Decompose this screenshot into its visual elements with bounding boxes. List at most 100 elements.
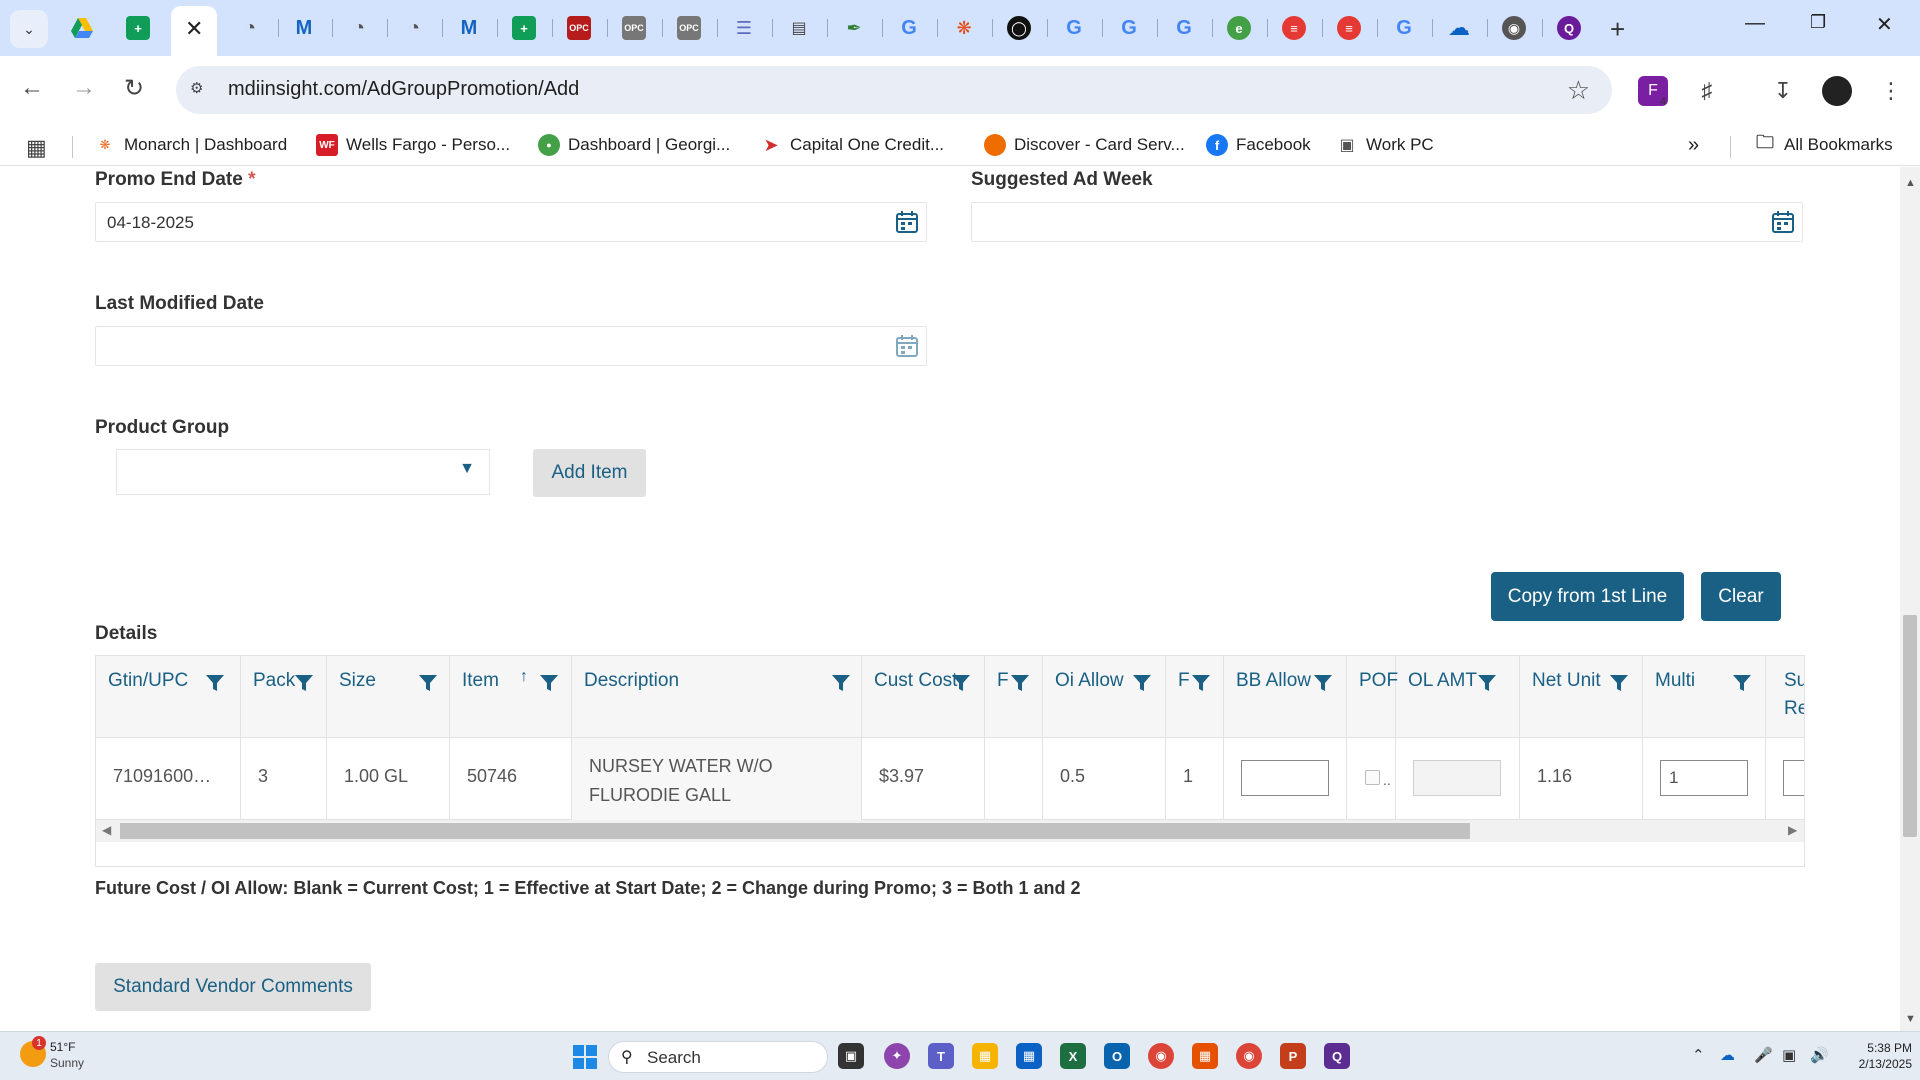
start-icon[interactable] — [573, 1045, 597, 1069]
menu-icon[interactable]: ⋮ — [1876, 76, 1906, 106]
scroll-up-icon[interactable]: ▲ — [1905, 177, 1916, 189]
google-icon[interactable]: G — [1117, 16, 1141, 40]
google-icon[interactable]: G — [1172, 16, 1196, 40]
store-icon[interactable]: ▦ — [1016, 1043, 1042, 1069]
sheets-icon[interactable]: + — [126, 16, 150, 40]
network-icon[interactable]: ▣ — [1782, 1046, 1796, 1064]
filter-icon[interactable] — [1733, 674, 1751, 692]
app-q-icon[interactable]: Q — [1324, 1043, 1350, 1069]
bookmark-wells-fargo[interactable]: WF Wells Fargo - Perso... — [316, 134, 510, 156]
url-text[interactable]: mdiinsight.com/AdGroupPromotion/Add — [228, 78, 579, 101]
window-close-icon[interactable]: ✕ — [1876, 12, 1893, 37]
forward-icon[interactable]: → — [72, 74, 96, 102]
column-su-re[interactable]: Su Re — [1766, 656, 1804, 738]
red-icon[interactable]: ≡ — [1282, 16, 1306, 40]
reload-icon[interactable]: ↻ — [124, 74, 144, 103]
scroll-down-icon[interactable]: ▼ — [1905, 1013, 1916, 1025]
mic-icon[interactable]: 🎤 — [1754, 1046, 1773, 1064]
weather-condition[interactable]: Sunny — [50, 1056, 84, 1070]
vertical-scrollbar[interactable]: ▲ ▼ — [1900, 167, 1920, 1031]
bookmark-monarch[interactable]: ❋ Monarch | Dashboard — [94, 134, 288, 156]
site-info-icon[interactable]: ⚙ — [190, 79, 212, 101]
scroll-left-icon[interactable]: ◀ — [102, 823, 111, 837]
bb-allow-input[interactable] — [1241, 760, 1329, 796]
pof-checkbox[interactable] — [1365, 770, 1380, 785]
tray-chevron-icon[interactable]: ⌃ — [1692, 1046, 1705, 1064]
back-icon[interactable]: ← — [20, 74, 44, 102]
file-explorer-icon[interactable]: ▦ — [972, 1043, 998, 1069]
standard-vendor-comments-button[interactable]: Standard Vendor Comments — [95, 963, 371, 1011]
chrome-active-icon[interactable]: ◉ — [1236, 1043, 1262, 1069]
filter-icon[interactable] — [1192, 674, 1210, 692]
close-icon[interactable]: ✕ — [185, 16, 203, 42]
filter-icon[interactable] — [832, 674, 850, 692]
filter-icon[interactable] — [1011, 674, 1029, 692]
edge-icon[interactable]: e — [1227, 16, 1251, 40]
filter-icon[interactable] — [1314, 674, 1332, 692]
red-icon[interactable]: ≡ — [1337, 16, 1361, 40]
column-size[interactable]: Size — [327, 656, 450, 738]
chrome-icon[interactable]: ◉ — [1502, 16, 1526, 40]
calendar-icon[interactable] — [1772, 210, 1794, 234]
scrollbar-thumb[interactable] — [120, 823, 1470, 839]
column-multi[interactable]: Multi — [1643, 656, 1766, 738]
column-bb-allow[interactable]: BB Allow — [1224, 656, 1347, 738]
filter-icon[interactable] — [540, 674, 558, 692]
taskbar-search[interactable]: ⚲ Search — [608, 1041, 828, 1073]
bookmark-work-pc[interactable]: ▣ Work PC — [1336, 134, 1433, 156]
sheets-icon[interactable]: + — [512, 16, 536, 40]
volume-icon[interactable]: 🔊 — [1810, 1046, 1829, 1064]
globe-icon[interactable]: ◔ — [238, 16, 262, 40]
outlook-icon[interactable]: O — [1104, 1043, 1130, 1069]
chrome-taskbar-icon[interactable]: ◉ — [1148, 1043, 1174, 1069]
minimize-icon[interactable]: — — [1745, 12, 1765, 35]
drive-icon[interactable] — [70, 16, 94, 40]
google-icon[interactable]: G — [1392, 16, 1416, 40]
column-pack[interactable]: Pack — [241, 656, 327, 738]
column-cust-cost[interactable]: Cust Cost — [862, 656, 985, 738]
add-item-button[interactable]: Add Item — [533, 449, 646, 497]
forms-icon[interactable]: ☰ — [732, 16, 756, 40]
active-tab[interactable]: ✕ — [171, 6, 217, 56]
powerpoint-icon[interactable]: P — [1280, 1043, 1306, 1069]
bookmark-georgia[interactable]: ● Dashboard | Georgi... — [538, 134, 730, 156]
weather-temp[interactable]: 51°F — [50, 1040, 75, 1054]
globe-icon[interactable]: ◔ — [347, 16, 371, 40]
app-icon[interactable]: ▦ — [1192, 1043, 1218, 1069]
onedrive-icon[interactable]: ☁ — [1720, 1046, 1735, 1064]
clear-button[interactable]: Clear — [1701, 572, 1781, 621]
cloud-icon[interactable]: ☁ — [1447, 15, 1471, 40]
puzzle-icon[interactable]: ♯ — [1692, 76, 1722, 106]
copilot-icon[interactable]: ✦ — [884, 1043, 910, 1069]
globe-icon[interactable]: ◔ — [402, 16, 426, 40]
suggested-ad-week-input[interactable] — [971, 202, 1803, 242]
google-icon[interactable]: G — [897, 16, 921, 40]
teams-icon[interactable]: T — [928, 1043, 954, 1069]
multi-input[interactable]: 1 — [1660, 760, 1748, 796]
horizontal-scrollbar[interactable]: ◀ ▶ — [96, 820, 1804, 842]
more-bookmarks-icon[interactable]: » — [1688, 134, 1699, 157]
filter-icon[interactable] — [1133, 674, 1151, 692]
scrollbar-thumb[interactable] — [1903, 615, 1917, 837]
all-bookmarks[interactable]: 🗀 All Bookmarks — [1754, 132, 1893, 156]
avatar[interactable] — [1822, 76, 1852, 106]
column-f1[interactable]: F — [985, 656, 1043, 738]
bookmark-star-icon[interactable]: ☆ — [1567, 75, 1590, 106]
filter-icon[interactable] — [952, 674, 970, 692]
column-oi-allow[interactable]: Oi Allow — [1043, 656, 1166, 738]
opc-icon[interactable]: OPC — [567, 16, 591, 40]
clock[interactable]: 5:38 PM 2/13/2025 — [1852, 1040, 1912, 1072]
calendar-icon[interactable] — [896, 210, 918, 234]
filter-icon[interactable] — [295, 674, 313, 692]
last-modified-date-input[interactable] — [95, 326, 927, 366]
column-item[interactable]: Item ↑ — [450, 656, 572, 738]
new-tab-button[interactable]: + — [1610, 14, 1625, 45]
column-net-unit[interactable]: Net Unit — [1520, 656, 1643, 738]
task-view-icon[interactable]: ▣ — [838, 1043, 864, 1069]
su-re-input[interactable] — [1783, 760, 1804, 796]
doc-icon[interactable]: ▤ — [787, 16, 811, 40]
tab-search-button[interactable]: ⌄ — [10, 10, 48, 48]
google-icon[interactable]: G — [1062, 16, 1086, 40]
product-group-select[interactable]: ▼ — [116, 449, 490, 495]
opc-icon[interactable]: OPC — [677, 16, 701, 40]
